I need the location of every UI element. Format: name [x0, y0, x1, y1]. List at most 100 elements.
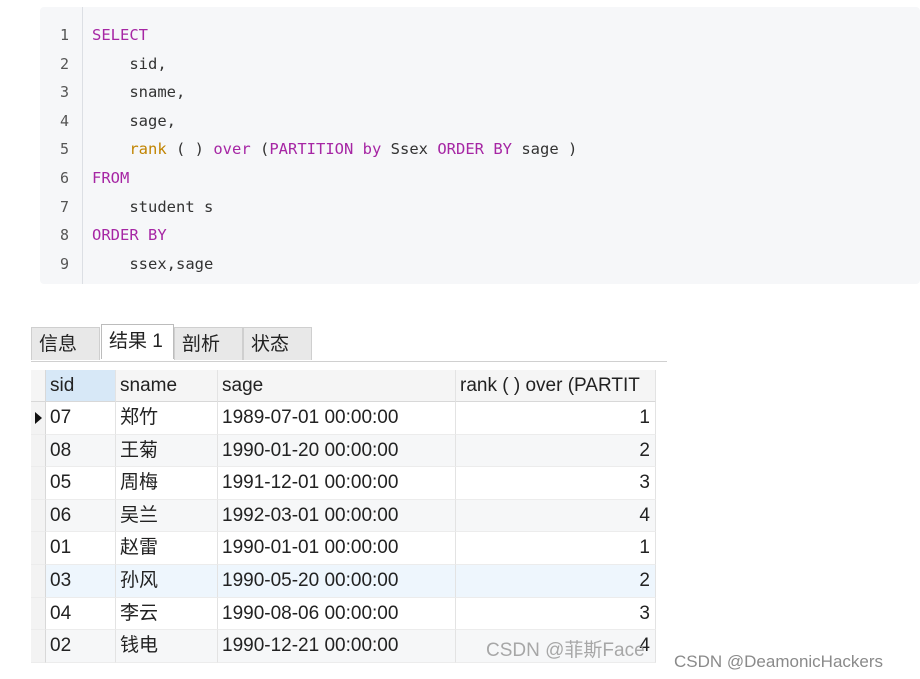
cell-sage[interactable]: 1990-01-01 00:00:00 [218, 532, 456, 565]
line-number: 9 [59, 254, 69, 273]
sql-function: rank [129, 140, 167, 159]
code-token: sage ) [512, 140, 578, 159]
line-number: 3 [59, 83, 69, 102]
cell-rank[interactable]: 1 [456, 402, 656, 435]
grid-header-row: sid sname sage rank ( ) over (PARTIT [31, 370, 656, 402]
cell-sid[interactable]: 04 [46, 597, 116, 631]
cell-sname[interactable]: 吴兰 [116, 499, 218, 533]
code-line: rank ( ) over (PARTITION by Ssex ORDER B… [92, 135, 577, 164]
row-indicator-header [31, 370, 46, 402]
line-number: 7 [59, 197, 69, 216]
code-line: student s [92, 193, 577, 222]
cell-sname[interactable]: 周梅 [116, 467, 218, 500]
row-indicator[interactable] [31, 402, 46, 435]
code-line: ORDER BY [92, 221, 577, 250]
table-row[interactable]: 06 吴兰 1992-03-01 00:00:00 4 [31, 499, 656, 533]
column-header-rank[interactable]: rank ( ) over (PARTIT [456, 370, 656, 402]
code-line: SELECT [92, 21, 577, 50]
cell-sid[interactable]: 03 [46, 564, 116, 598]
table-row[interactable]: 04 李云 1990-08-06 00:00:00 3 [31, 597, 656, 631]
cell-sname[interactable]: 李云 [116, 597, 218, 631]
column-header-sid[interactable]: sid [46, 370, 116, 402]
cell-rank[interactable]: 2 [456, 564, 656, 598]
sql-keyword: ORDER BY [437, 140, 512, 159]
row-indicator[interactable] [31, 467, 46, 500]
cell-sname[interactable]: 钱电 [116, 630, 218, 663]
code-line: sage, [92, 107, 577, 136]
code-token: sname, [92, 83, 186, 102]
cell-sage[interactable]: 1990-01-20 00:00:00 [218, 434, 456, 468]
result-tabs: 信息 结果 1 剖析 状态 [31, 324, 667, 362]
tab-profile[interactable]: 剖析 [174, 327, 243, 360]
row-indicator[interactable] [31, 532, 46, 565]
table-row[interactable]: 03 孙风 1990-05-20 00:00:00 2 [31, 564, 656, 598]
row-indicator[interactable] [31, 499, 46, 533]
tab-result-1[interactable]: 结果 1 [101, 324, 174, 359]
tab-info[interactable]: 信息 [31, 327, 100, 360]
cell-rank[interactable]: 3 [456, 597, 656, 631]
sql-code: SELECT sid, sname, sage, rank ( ) over (… [92, 21, 577, 278]
sql-keyword: by [362, 140, 382, 159]
table-row[interactable]: 05 周梅 1991-12-01 00:00:00 3 [31, 467, 656, 500]
code-line: ssex,sage [92, 250, 577, 279]
cell-sid[interactable]: 08 [46, 434, 116, 468]
table-row[interactable]: 08 王菊 1990-01-20 00:00:00 2 [31, 434, 656, 468]
cell-sid[interactable]: 05 [46, 467, 116, 500]
cell-sage[interactable]: 1989-07-01 00:00:00 [218, 402, 456, 435]
sql-keyword: FROM [92, 168, 130, 187]
cell-sid[interactable]: 07 [46, 402, 116, 435]
row-indicator[interactable] [31, 434, 46, 468]
line-number: 4 [59, 111, 69, 130]
code-token: ( [250, 140, 270, 159]
cell-rank[interactable]: 2 [456, 434, 656, 468]
result-grid[interactable]: sid sname sage rank ( ) over (PARTIT 07 郑… [31, 370, 656, 663]
cell-sname[interactable]: 郑竹 [116, 402, 218, 435]
cell-sname[interactable]: 王菊 [116, 434, 218, 468]
sql-keyword: over [213, 140, 251, 159]
code-token: Ssex [381, 140, 438, 159]
current-row-arrow-icon [35, 412, 42, 424]
column-header-sname[interactable]: sname [116, 370, 218, 402]
cell-sage[interactable]: 1990-08-06 00:00:00 [218, 597, 456, 631]
row-indicator[interactable] [31, 597, 46, 631]
sql-keyword: SELECT [92, 26, 148, 44]
cell-rank[interactable]: 4 [456, 499, 656, 533]
row-indicator[interactable] [31, 564, 46, 598]
column-header-sage[interactable]: sage [218, 370, 456, 402]
cell-rank[interactable]: 1 [456, 532, 656, 565]
cell-sid[interactable]: 02 [46, 630, 116, 663]
watermark-outer: CSDN @DeamonicHackers [674, 652, 884, 671]
row-indicator[interactable] [31, 630, 46, 663]
cell-sage[interactable]: 1990-12-21 00:00:00 [218, 630, 456, 663]
code-token: ( ) [166, 140, 214, 159]
cell-sname[interactable]: 孙风 [116, 564, 218, 598]
cell-sid[interactable]: 06 [46, 499, 116, 533]
line-number: 6 [59, 168, 69, 187]
code-token: ssex,sage [92, 254, 214, 273]
line-number: 1 [59, 26, 69, 44]
line-number: 8 [59, 226, 69, 245]
code-token: sage, [92, 111, 176, 130]
code-line: sid, [92, 50, 577, 79]
line-number-gutter: 1 2 3 4 5 6 7 8 9 [40, 7, 83, 284]
table-row[interactable]: 07 郑竹 1989-07-01 00:00:00 1 [31, 402, 656, 435]
code-line: sname, [92, 78, 577, 107]
table-row[interactable]: 01 赵雷 1990-01-01 00:00:00 1 [31, 532, 656, 565]
code-line: FROM [92, 164, 577, 193]
cell-sage[interactable]: 1990-05-20 00:00:00 [218, 564, 456, 598]
cell-rank[interactable]: 3 [456, 467, 656, 500]
line-number: 5 [59, 140, 69, 159]
watermark-inner: CSDN @菲斯Face [486, 640, 645, 661]
sql-code-block: 1 2 3 4 5 6 7 8 9 SELECT sid, sname, sage, rank … [40, 7, 920, 284]
code-token: sid, [92, 54, 167, 73]
sql-keyword: PARTITION [269, 140, 354, 159]
tab-status[interactable]: 状态 [243, 327, 312, 360]
cell-sage[interactable]: 1992-03-01 00:00:00 [218, 499, 456, 533]
cell-sid[interactable]: 01 [46, 532, 116, 565]
line-number: 2 [59, 54, 69, 73]
code-token: student s [92, 197, 214, 216]
cell-sname[interactable]: 赵雷 [116, 532, 218, 565]
cell-sage[interactable]: 1991-12-01 00:00:00 [218, 467, 456, 500]
